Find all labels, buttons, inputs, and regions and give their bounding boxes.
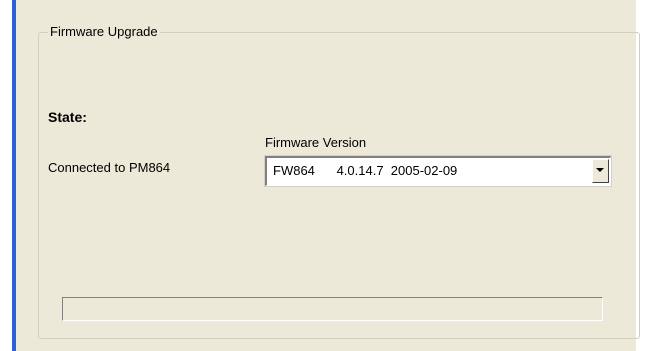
dropdown-button[interactable] — [592, 159, 609, 183]
firmware-version-dropdown[interactable]: FW864 4.0.14.7 2005-02-09 — [264, 155, 612, 187]
screen: Firmware Upgrade State: Connected to PM8… — [0, 0, 646, 351]
chevron-down-icon — [596, 168, 604, 172]
upgrade-progress-bar — [62, 297, 603, 321]
firmware-version-selected-value: FW864 4.0.14.7 2005-02-09 — [273, 163, 458, 178]
connection-status-text: Connected to PM864 — [48, 160, 171, 175]
groupbox-title: Firmware Upgrade — [48, 24, 160, 40]
state-label: State: — [48, 109, 87, 125]
firmware-version-label: Firmware Version — [265, 135, 367, 150]
